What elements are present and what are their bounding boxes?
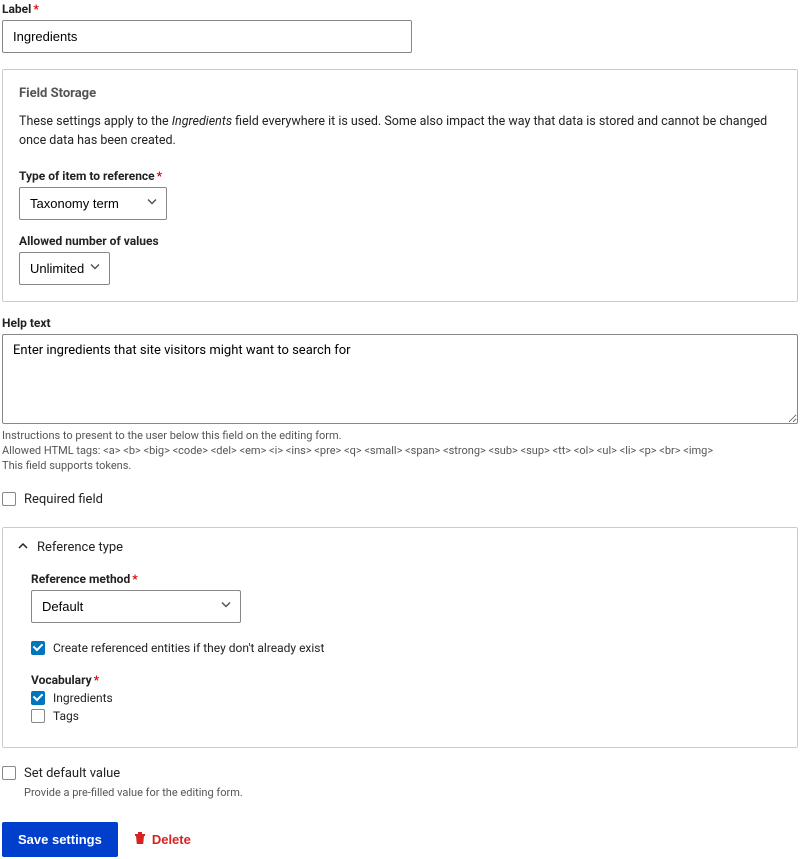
help-text-textarea[interactable]: Enter ingredients that site visitors mig… (2, 334, 798, 424)
field-storage-description: These settings apply to the Ingredients … (19, 113, 781, 151)
set-default-label: Set default value (24, 766, 120, 781)
set-default-row: Set default value (2, 766, 798, 781)
delete-button[interactable]: Delete (134, 831, 191, 848)
required-field-row: Required field (2, 492, 798, 507)
vocabulary-tags-label: Tags (53, 709, 79, 723)
required-mark-icon: * (94, 673, 99, 687)
vocabulary-option-ingredients: Ingredients (31, 691, 769, 705)
set-default-checkbox[interactable] (2, 766, 16, 780)
vocabulary-tags-checkbox[interactable] (31, 709, 45, 723)
field-storage-heading: Field Storage (19, 86, 781, 101)
create-entities-row: Create referenced entities if they don't… (31, 641, 769, 655)
delete-button-label: Delete (152, 832, 191, 847)
chevron-up-icon (17, 540, 29, 556)
trash-icon (134, 831, 146, 848)
required-mark-icon: * (33, 2, 38, 16)
label-text: Label (2, 2, 31, 16)
required-mark-icon: * (157, 169, 162, 183)
label-field-label: Label* (2, 2, 798, 16)
type-of-item-select[interactable]: Taxonomy term (19, 187, 167, 220)
vocabulary-ingredients-checkbox[interactable] (31, 691, 45, 705)
reference-type-details: Reference type Reference method* Default… (2, 527, 798, 748)
required-field-label: Required field (24, 492, 103, 507)
set-default-description: Provide a pre-filled value for the editi… (24, 785, 798, 800)
help-note-instructions: Instructions to present to the user belo… (2, 428, 798, 443)
reference-method-select[interactable]: Default (31, 590, 241, 623)
reference-type-summary-label: Reference type (37, 540, 123, 555)
allowed-values-select-wrap: Unlimited (19, 252, 110, 285)
vocabulary-label: Vocabulary* (31, 673, 769, 687)
allowed-values-label: Allowed number of values (19, 234, 781, 248)
vocabulary-ingredients-label: Ingredients (53, 691, 113, 705)
help-text-label: Help text (2, 316, 798, 330)
help-note-tokens: This field supports tokens. (2, 458, 798, 473)
reference-method-select-wrap: Default (31, 590, 241, 623)
label-input[interactable] (2, 20, 412, 53)
type-of-item-label: Type of item to reference* (19, 169, 781, 183)
help-note-allowed-tags: Allowed HTML tags: <a> <b> <big> <code> … (2, 443, 798, 458)
vocabulary-option-tags: Tags (31, 709, 769, 723)
save-settings-button[interactable]: Save settings (2, 822, 118, 857)
create-entities-label: Create referenced entities if they don't… (53, 641, 324, 655)
reference-type-summary[interactable]: Reference type (3, 528, 797, 568)
required-mark-icon: * (132, 572, 137, 586)
create-entities-checkbox[interactable] (31, 641, 45, 655)
reference-method-label: Reference method* (31, 572, 769, 586)
field-storage-section: Field Storage These settings apply to th… (2, 69, 798, 302)
required-field-checkbox[interactable] (2, 492, 16, 506)
allowed-values-select[interactable]: Unlimited (19, 252, 110, 285)
type-of-item-select-wrap: Taxonomy term (19, 187, 167, 220)
form-actions: Save settings Delete (2, 822, 798, 857)
reference-type-body: Reference method* Default Create referen… (3, 568, 797, 747)
